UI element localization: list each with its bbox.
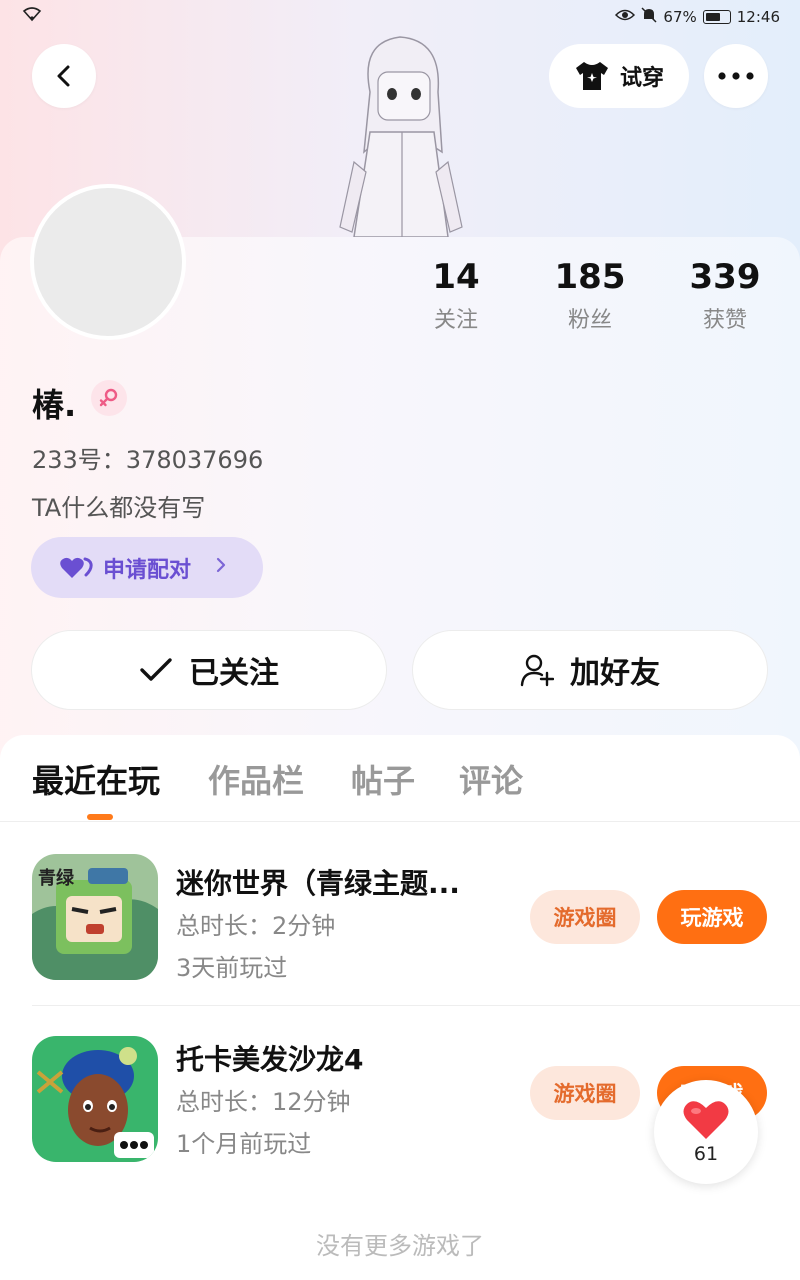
followed-label: 已关注 <box>189 656 279 691</box>
divider <box>32 1005 800 1006</box>
game-duration: 总时长：2分钟 <box>176 912 336 940</box>
try-on-button[interactable]: 试穿 <box>549 44 689 108</box>
list-item[interactable]: 青绿 迷你世界（青绿主题... 总时长：2分钟 3天前玩过 游戏圈 玩游戏 <box>0 840 800 990</box>
game-circle-button[interactable]: 游戏圈 <box>530 890 640 944</box>
game-last-played: 1个月前玩过 <box>176 1130 312 1158</box>
like-count: 61 <box>693 1143 719 1165</box>
chevron-right-icon <box>215 555 227 580</box>
clock: 12:46 <box>736 8 780 26</box>
game-title: 迷你世界（青绿主题... <box>176 867 460 900</box>
avatar[interactable] <box>30 184 186 340</box>
game-icon-toca-hair-salon <box>32 1036 158 1162</box>
battery-icon <box>702 10 731 24</box>
likes-count: 339 <box>689 257 761 297</box>
add-friend-button[interactable]: 加好友 <box>412 630 768 710</box>
hearts-icon <box>60 557 93 578</box>
avatar-figure <box>330 32 472 238</box>
checkmark-icon <box>140 658 172 681</box>
wifi-icon <box>22 6 42 26</box>
heart-icon <box>683 1101 729 1139</box>
stat-fans[interactable]: 185 粉丝 <box>535 256 645 334</box>
no-more-games-text: 没有更多游戏了 <box>316 1232 484 1260</box>
tab-works[interactable]: 作品栏 <box>208 756 304 802</box>
tab-recent-played[interactable]: 最近在玩 <box>32 756 160 802</box>
stat-following[interactable]: 14 关注 <box>401 256 511 334</box>
svg-text:青绿: 青绿 <box>38 867 75 889</box>
eye-icon <box>615 8 636 26</box>
game-last-played: 3天前玩过 <box>176 954 288 982</box>
fans-label: 粉丝 <box>567 308 612 333</box>
following-label: 关注 <box>433 308 478 333</box>
game-duration: 总时长：12分钟 <box>176 1088 351 1116</box>
fans-count: 185 <box>554 257 626 297</box>
more-dots-icon <box>718 72 754 80</box>
add-friend-label: 加好友 <box>570 656 660 691</box>
game-title: 托卡美发沙龙4 <box>176 1043 364 1076</box>
chevron-left-icon <box>57 65 70 87</box>
likes-label: 获赞 <box>702 308 747 333</box>
active-tab-indicator <box>87 814 113 820</box>
female-icon <box>91 380 127 416</box>
mute-bell-icon <box>641 7 657 27</box>
divider <box>0 821 800 822</box>
tshirt-icon <box>575 62 608 90</box>
followed-button[interactable]: 已关注 <box>31 630 387 710</box>
tab-bar: 最近在玩 作品栏 帖子 评论 <box>0 756 800 822</box>
game-circle-button[interactable]: 游戏圈 <box>530 1066 640 1120</box>
battery-percent: 67% <box>663 8 697 26</box>
status-bar: 67% 12:46 <box>0 0 800 34</box>
tab-posts[interactable]: 帖子 <box>351 756 415 802</box>
play-game-button[interactable]: 玩游戏 <box>657 890 767 944</box>
apply-pair-label: 申请配对 <box>103 557 192 583</box>
more-button[interactable] <box>704 44 768 108</box>
user-id: 233号：378037696 <box>32 446 264 474</box>
try-on-label: 试穿 <box>619 66 664 91</box>
following-count: 14 <box>432 257 480 297</box>
stat-likes[interactable]: 339 获赞 <box>670 256 780 334</box>
like-button[interactable]: 61 <box>654 1080 758 1184</box>
add-user-icon <box>520 654 554 687</box>
user-name: 椿. <box>32 386 77 424</box>
back-button[interactable] <box>32 44 96 108</box>
tab-comments[interactable]: 评论 <box>459 756 523 802</box>
user-bio: TA什么都没有写 <box>32 494 206 522</box>
apply-pair-button[interactable]: 申请配对 <box>31 537 263 598</box>
game-icon-mini-world: 青绿 <box>32 854 158 980</box>
